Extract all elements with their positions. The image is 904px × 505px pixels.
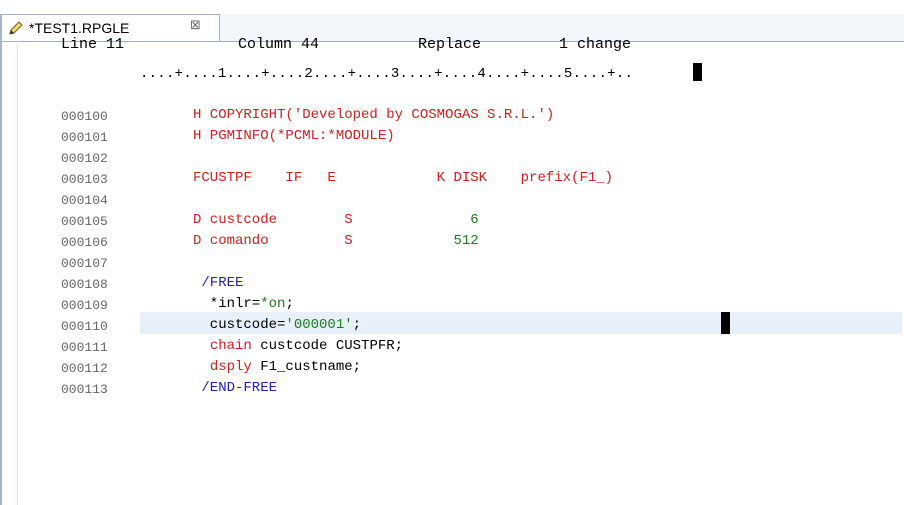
code-line[interactable]: FCUSTPF IF E K DISK prefix(F1_) — [193, 170, 613, 186]
pencil-icon — [9, 21, 23, 35]
seq-number: 000112 — [61, 361, 108, 376]
change-count: 1 change — [559, 36, 632, 53]
code-line[interactable]: H COPYRIGHT('Developed by COSMOGAS S.R.L… — [193, 107, 554, 123]
seq-number: 000101 — [61, 130, 108, 145]
code-line[interactable]: /END-FREE — [193, 380, 277, 396]
editor-gutter — [17, 41, 18, 505]
seq-number: 000104 — [61, 193, 108, 208]
column-ruler: ....+....1....+....2....+....3....+....4… — [140, 66, 634, 82]
seq-number: 000102 — [61, 151, 108, 166]
seq-number: 000110 — [61, 319, 108, 334]
seq-number: 000113 — [61, 382, 108, 397]
code-line[interactable]: custcode='000001'; — [193, 317, 361, 333]
seq-number: 000105 — [61, 214, 108, 229]
code-line[interactable]: D comando S 512 — [193, 233, 479, 249]
mode-indicator: Replace — [418, 36, 482, 53]
code-line[interactable]: dsply F1_custname; — [193, 359, 361, 375]
column-indicator: Column 44 — [238, 36, 320, 53]
seq-number: 000107 — [61, 256, 108, 271]
top-strip — [0, 0, 904, 14]
seq-number: 000106 — [61, 235, 108, 250]
seq-number: 000100 — [61, 109, 108, 124]
close-icon[interactable]: ⊠ — [190, 18, 201, 33]
code-line[interactable]: *inlr=*on; — [193, 296, 294, 312]
code-line[interactable]: H PGMINFO(*PCML:*MODULE) — [193, 128, 395, 144]
tab-title: *TEST1.RPGLE — [29, 20, 130, 36]
seq-number: 000103 — [61, 172, 108, 187]
seq-number: 000109 — [61, 298, 108, 313]
seq-number: 000111 — [61, 340, 108, 355]
code-line[interactable]: /FREE — [193, 275, 243, 291]
code-line[interactable]: D custcode S 6 — [193, 212, 479, 228]
line-indicator: Line 11 — [61, 36, 125, 53]
text-cursor — [721, 312, 730, 334]
seq-number: 000108 — [61, 277, 108, 292]
ruler-cursor-marker — [693, 63, 702, 81]
code-line[interactable]: chain custcode CUSTPFR; — [193, 338, 403, 354]
